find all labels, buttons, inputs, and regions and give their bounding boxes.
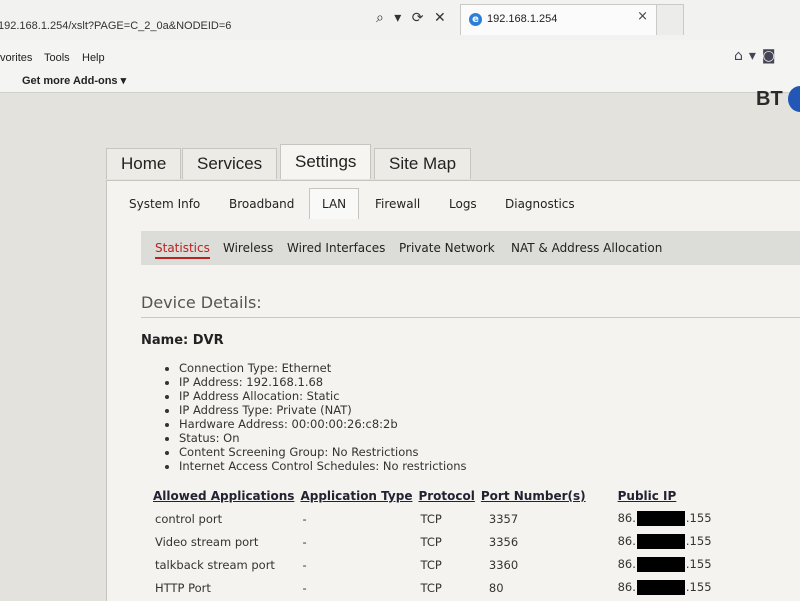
lan-subnav: Statistics Wireless Wired Interfaces Pri… <box>141 231 800 265</box>
redaction-box <box>636 557 685 572</box>
ip-suffix: .155 <box>685 511 712 525</box>
cell-type: - <box>302 511 307 526</box>
home-icon[interactable]: ⌂ <box>734 48 749 64</box>
lan-tab-nat[interactable]: NAT & Address Allocation <box>511 241 662 255</box>
cell-protocol: TCP <box>420 534 442 549</box>
cell-app: talkback stream port <box>155 557 275 572</box>
device-details-list: Connection Type: Ethernet IP Address: 19… <box>165 361 467 473</box>
cell-type: - <box>302 557 307 572</box>
col-public-ip: Public IP <box>617 489 677 503</box>
table-row: Video stream port - TCP 3356 86. .155 <box>151 530 716 553</box>
cell-type: - <box>302 534 307 549</box>
cell-protocol: TCP <box>420 580 442 595</box>
cell-app: HTTP Port <box>155 580 211 595</box>
lan-tab-statistics[interactable]: Statistics <box>155 241 210 259</box>
allowed-applications-table: Allowed Applications Application Type Pr… <box>151 487 716 599</box>
ie-icon: e <box>469 13 482 26</box>
cell-protocol: TCP <box>420 511 442 526</box>
cell-type: - <box>302 580 307 595</box>
lan-tab-wireless[interactable]: Wireless <box>223 241 273 255</box>
device-details-title: Device Details: <box>141 293 262 312</box>
subtab-system-info[interactable]: System Info <box>123 193 206 215</box>
menu-favorites[interactable]: vorites <box>0 52 32 64</box>
detail-status: Status: On <box>179 431 467 445</box>
ip-suffix: .155 <box>685 580 712 594</box>
table-header-row: Allowed Applications Application Type Pr… <box>151 487 716 507</box>
cell-public-ip: 86. .155 <box>590 507 716 530</box>
table-row: HTTP Port - TCP 80 86. .155 <box>151 576 716 599</box>
lan-tab-wired-interfaces[interactable]: Wired Interfaces <box>287 241 385 255</box>
browser-tab[interactable]: e 192.168.1.254 × <box>460 4 657 35</box>
rss-icon[interactable]: ◙ <box>762 48 782 64</box>
url-field[interactable]: 192.168.1.254/xslt?PAGE=C_2_0a&NODEID=6 <box>0 20 231 32</box>
col-protocol: Protocol <box>418 489 475 503</box>
menu-bar: vorites Tools Help <box>0 40 800 70</box>
subtab-diagnostics[interactable]: Diagnostics <box>499 193 581 215</box>
cell-app: Video stream port <box>155 534 259 549</box>
cell-app: control port <box>155 511 223 526</box>
cell-public-ip: 86. .155 <box>590 530 716 553</box>
redaction-box <box>636 580 685 595</box>
ip-prefix: 86. <box>617 534 636 548</box>
redaction-box <box>636 511 685 526</box>
detail-hardware-address: Hardware Address: 00:00:00:26:c8:2b <box>179 417 467 431</box>
cell-public-ip: 86. .155 <box>590 553 716 576</box>
col-port-numbers: Port Number(s) <box>480 489 586 503</box>
cell-port: 3356 <box>488 534 519 549</box>
favorites-bar: Get more Add-ons ▾ <box>0 70 800 93</box>
subtab-lan[interactable]: LAN <box>309 188 360 219</box>
address-bar-controls[interactable]: ⌕ ▾ ⟳ ✕ <box>376 10 449 26</box>
table-row: control port - TCP 3357 86. .155 <box>151 507 716 530</box>
col-allowed-applications: Allowed Applications <box>153 489 295 503</box>
menu-help[interactable]: Help <box>82 52 105 64</box>
detail-content-screening: Content Screening Group: No Restrictions <box>179 445 467 459</box>
detail-access-schedules: Internet Access Control Schedules: No re… <box>179 459 467 473</box>
device-name: Name: DVR <box>141 333 224 348</box>
cell-public-ip: 86. .155 <box>590 576 716 599</box>
detail-ip-type: IP Address Type: Private (NAT) <box>179 403 467 417</box>
settings-panel: System Info Broadband LAN Firewall Logs … <box>106 180 800 601</box>
subtab-broadband[interactable]: Broadband <box>223 193 300 215</box>
main-nav: Home Services Settings Site Map <box>106 144 800 180</box>
ip-prefix: 86. <box>617 580 636 594</box>
redaction-box <box>636 534 685 549</box>
ip-suffix: .155 <box>685 557 712 571</box>
lan-tab-private-network[interactable]: Private Network <box>399 241 495 255</box>
chevron-down-icon[interactable]: ▾ <box>749 48 762 64</box>
ip-prefix: 86. <box>617 557 636 571</box>
toolbar-right-icons[interactable]: ⌂▾◙ <box>734 48 782 64</box>
tab-close-icon[interactable]: × <box>637 9 648 24</box>
ip-prefix: 86. <box>617 511 636 525</box>
cell-protocol: TCP <box>420 557 442 572</box>
ip-suffix: .155 <box>685 534 712 548</box>
col-application-type: Application Type <box>300 489 413 503</box>
tab-site-map[interactable]: Site Map <box>374 148 472 179</box>
get-addons-link[interactable]: Get more Add-ons ▾ <box>22 74 126 87</box>
tab-services[interactable]: Services <box>182 148 278 179</box>
table-row: talkback stream port - TCP 3360 86. .155 <box>151 553 716 576</box>
subtab-logs[interactable]: Logs <box>443 193 483 215</box>
cell-port: 3357 <box>488 511 519 526</box>
bt-logo: BT <box>756 88 783 110</box>
subtab-firewall[interactable]: Firewall <box>369 193 426 215</box>
new-tab-button[interactable] <box>656 4 684 35</box>
detail-connection-type: Connection Type: Ethernet <box>179 361 467 375</box>
tab-home[interactable]: Home <box>106 148 182 179</box>
section-divider <box>141 317 800 318</box>
bt-globe-icon <box>788 86 800 112</box>
cell-port: 80 <box>488 580 504 595</box>
detail-ip-address: IP Address: 192.168.1.68 <box>179 375 467 389</box>
address-bar: 192.168.1.254/xslt?PAGE=C_2_0a&NODEID=6 … <box>0 0 800 41</box>
detail-ip-allocation: IP Address Allocation: Static <box>179 389 467 403</box>
tab-settings[interactable]: Settings <box>280 144 372 179</box>
cell-port: 3360 <box>488 557 519 572</box>
menu-tools[interactable]: Tools <box>44 52 70 64</box>
tab-title: 192.168.1.254 <box>487 13 558 25</box>
